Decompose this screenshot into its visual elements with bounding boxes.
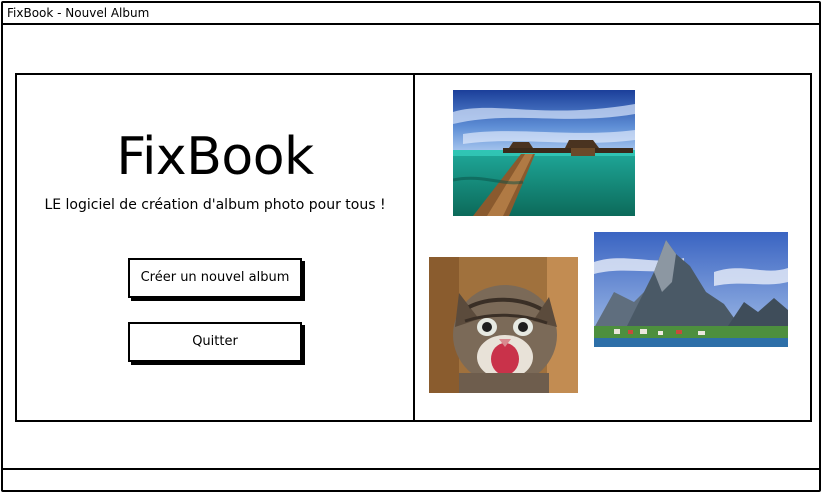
quit-button[interactable]: Quitter: [128, 322, 302, 362]
app-window: FixBook - Nouvel Album FixBook LE logici…: [1, 1, 821, 492]
title-bar: FixBook - Nouvel Album: [3, 3, 819, 25]
beach-photo: [453, 90, 635, 216]
tagline: LE logiciel de création d'album photo po…: [44, 197, 386, 213]
window-title: FixBook - Nouvel Album: [7, 6, 150, 20]
welcome-panel: FixBook LE logiciel de création d'album …: [15, 73, 415, 422]
new-album-button[interactable]: Créer un nouvel album: [128, 258, 302, 298]
mountain-photo: [594, 232, 788, 347]
photo-preview-panel: [413, 73, 812, 422]
status-bar: [3, 468, 819, 490]
kitten-photo: [429, 257, 578, 393]
app-logo-title: FixBook: [116, 127, 314, 187]
